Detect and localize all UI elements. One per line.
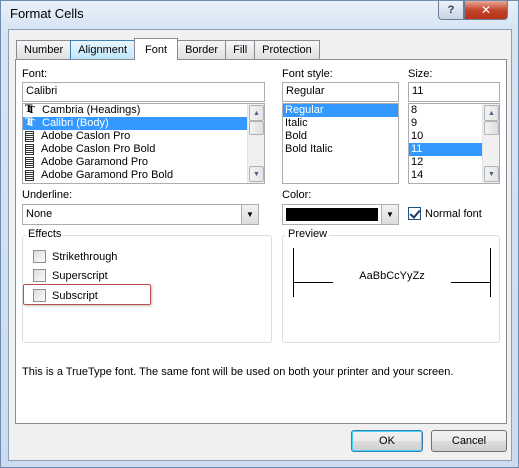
truetype-icon [25, 116, 38, 131]
scroll-thumb[interactable] [249, 121, 264, 135]
effects-title: Effects [26, 228, 64, 240]
format-cells-dialog: Format Cells ? ✕ Number Alignment Font B… [0, 0, 519, 468]
underline-value: None [26, 208, 53, 220]
strikethrough-label: Strikethrough [52, 251, 118, 263]
font-list[interactable]: Cambria (Headings) Calibri (Body) Adobe … [22, 103, 265, 184]
underline-label: Underline: [22, 189, 73, 201]
close-button[interactable]: ✕ [464, 1, 508, 20]
tab-font[interactable]: Font [134, 38, 179, 60]
preview-title: Preview [286, 228, 330, 240]
opentype-icon [25, 131, 34, 142]
normal-font-label: Normal font [425, 208, 482, 220]
font-input[interactable]: Calibri [22, 82, 265, 102]
scroll-thumb[interactable] [484, 121, 499, 135]
font-list-item-selected[interactable]: Calibri (Body) [23, 116, 264, 131]
subscript-label: Subscript [52, 290, 98, 302]
font-style-item[interactable]: Bold [283, 130, 398, 143]
tab-strip: Number Alignment Font Border Fill Protec… [16, 38, 320, 60]
font-list-scrollbar[interactable]: ▲ ▼ [247, 104, 264, 183]
color-swatch [286, 208, 378, 221]
opentype-icon [25, 144, 34, 155]
font-list-item[interactable]: Adobe Garamond Pro [23, 156, 264, 169]
tab-border[interactable]: Border [177, 40, 227, 59]
superscript-label: Superscript [52, 270, 108, 282]
font-style-item-selected[interactable]: Regular [283, 104, 398, 117]
chevron-down-icon[interactable]: ▼ [381, 205, 398, 224]
color-dropdown[interactable]: ▼ [282, 204, 399, 225]
preview-box: AaBbCcYyZz [293, 248, 491, 297]
chevron-down-icon[interactable]: ▼ [241, 205, 258, 224]
subscript-checkbox[interactable] [33, 289, 46, 302]
font-list-item[interactable]: Adobe Garamond Pro Bold [23, 169, 264, 182]
tab-protection[interactable]: Protection [254, 40, 320, 59]
color-label: Color: [282, 189, 312, 201]
opentype-icon [25, 157, 34, 168]
window-title: Format Cells [10, 6, 84, 21]
scroll-down-arrow-icon[interactable]: ▼ [484, 166, 499, 182]
font-style-list[interactable]: Regular Italic Bold Bold Italic [282, 103, 399, 184]
font-list-item[interactable]: Cambria (Headings) [23, 104, 264, 118]
title-bar[interactable]: Format Cells ? ✕ [1, 1, 518, 29]
opentype-icon [25, 170, 34, 181]
normal-font-checkbox[interactable] [408, 207, 421, 220]
tab-alignment[interactable]: Alignment [70, 40, 136, 59]
font-style-input[interactable]: Regular [282, 82, 399, 102]
scroll-up-arrow-icon[interactable]: ▲ [249, 105, 264, 121]
scroll-up-arrow-icon[interactable]: ▲ [484, 105, 499, 121]
font-label: Font: [22, 68, 48, 80]
tab-number[interactable]: Number [16, 40, 72, 59]
size-label: Size: [408, 68, 433, 80]
preview-baseline-left [293, 282, 333, 283]
strikethrough-checkbox[interactable] [33, 250, 46, 263]
font-style-item[interactable]: Italic [283, 117, 398, 130]
ok-button[interactable]: OK [351, 430, 423, 452]
font-list-item[interactable]: Adobe Caslon Pro [23, 130, 264, 143]
font-list-item[interactable]: Adobe Caslon Pro Bold [23, 143, 264, 156]
superscript-checkbox[interactable] [33, 269, 46, 282]
size-list-scrollbar[interactable]: ▲ ▼ [482, 104, 499, 183]
tab-fill[interactable]: Fill [225, 40, 256, 59]
help-button[interactable]: ? [438, 1, 464, 20]
font-style-item[interactable]: Bold Italic [283, 143, 398, 156]
size-list[interactable]: 8 9 10 11 12 14 ▲ ▼ [408, 103, 500, 184]
cancel-button[interactable]: Cancel [431, 430, 507, 452]
preview-sample-text: AaBbCcYyZz [359, 270, 425, 282]
dialog-body: Number Alignment Font Border Fill Protec… [8, 29, 512, 461]
underline-dropdown[interactable]: None ▼ [22, 204, 259, 225]
font-info-text: This is a TrueType font. The same font w… [22, 366, 454, 378]
size-input[interactable]: 11 [408, 82, 500, 102]
preview-baseline-right [451, 282, 491, 283]
font-style-label: Font style: [282, 68, 333, 80]
truetype-icon [25, 104, 38, 118]
scroll-down-arrow-icon[interactable]: ▼ [249, 166, 264, 182]
font-tab-panel: Font: Calibri Cambria (Headings) Calibri… [15, 59, 507, 424]
